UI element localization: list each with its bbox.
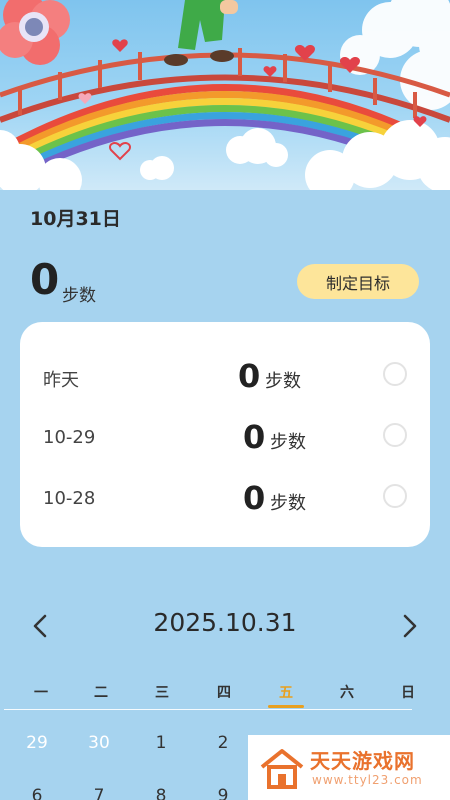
history-steps-value: 0 [238,357,261,395]
history-date-label: 10-28 [43,488,96,509]
house-logo-icon [260,749,304,789]
calendar-day[interactable]: 6 [17,786,57,800]
history-radio-button[interactable] [383,484,407,508]
today-steps-unit: 步数 [62,286,96,306]
weekday-sun: 日 [401,685,415,701]
history-steps-unit: 步数 [270,432,306,453]
current-date: 10月31日 [30,208,121,230]
history-date-label: 昨天 [43,370,79,391]
history-radio-button[interactable] [383,362,407,386]
calendar-divider [4,709,412,710]
calendar-day[interactable]: 30 [79,733,119,753]
calendar-day[interactable]: 2 [203,733,243,753]
weekday-thu: 四 [217,685,231,701]
set-goal-button[interactable]: 制定目标 [297,264,419,299]
calendar-day[interactable]: 9 [203,786,243,800]
history-row-10-28[interactable]: 10-28 0 步数 [20,478,430,518]
weekday-sat: 六 [340,685,354,701]
history-steps-unit: 步数 [265,371,301,392]
rainbow-bridge-illustration [0,0,450,190]
weekday-fri: 五 [279,685,293,701]
calendar-day[interactable]: 1 [141,733,181,753]
history-row-10-29[interactable]: 10-29 0 步数 [20,417,430,457]
hero-illustration [0,0,450,190]
calendar-day[interactable]: 7 [79,786,119,800]
active-weekday-indicator [268,705,304,708]
watermark-url: www.ttyl23.com [312,773,423,787]
site-watermark: 天天游戏网 www.ttyl23.com [248,735,450,800]
history-date-label: 10-29 [43,427,96,448]
weekday-wed: 三 [155,685,169,701]
flower-icon [0,0,70,65]
calendar-day[interactable]: 8 [141,786,181,800]
calendar-next-button[interactable] [398,612,422,640]
history-steps-value: 0 [243,418,266,456]
history-radio-button[interactable] [383,423,407,447]
history-steps-value: 0 [243,479,266,517]
history-steps-unit: 步数 [270,493,306,514]
calendar-title: 2025.10.31 [153,608,297,637]
history-row-yesterday[interactable]: 昨天 0 步数 [20,356,430,396]
today-steps-value: 0 [30,255,60,304]
chevron-right-icon [403,614,417,638]
history-card: 昨天 0 步数 10-29 0 步数 10-28 0 步数 [20,322,430,547]
weekday-tue: 二 [94,685,108,701]
watermark-title: 天天游戏网 [310,749,415,773]
calendar-day[interactable]: 29 [17,733,57,753]
weekday-mon: 一 [34,685,48,701]
